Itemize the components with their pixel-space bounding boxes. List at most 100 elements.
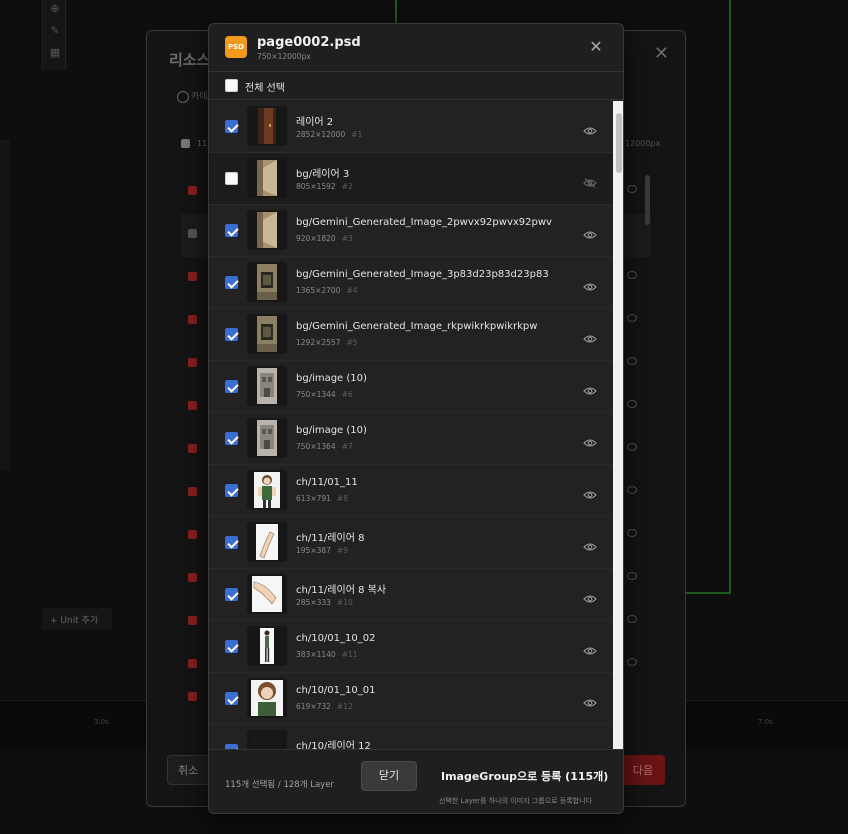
layer-index: #5	[346, 338, 358, 347]
pen-tool-icon[interactable]: ✎	[48, 24, 62, 38]
layer-checkbox[interactable]	[225, 172, 238, 185]
eye-icon[interactable]	[627, 271, 637, 279]
resource-modal-close-icon[interactable]: ✕	[654, 43, 669, 64]
eye-icon[interactable]	[627, 400, 637, 408]
select-all-row[interactable]: 전체 선택	[209, 72, 623, 100]
eye-icon[interactable]	[583, 329, 597, 343]
eye-icon[interactable]	[583, 641, 597, 655]
layer-checkbox[interactable]	[225, 120, 238, 133]
layer-checkbox[interactable]	[225, 328, 238, 341]
resource-next-button[interactable]: 다음	[621, 755, 665, 785]
resource-row-checkbox[interactable]	[188, 659, 197, 668]
layer-dimensions: 2852×12000	[296, 130, 346, 139]
layer-row[interactable]: 레이어 2 2852×12000 #1	[209, 101, 613, 153]
resource-row-checkbox[interactable]	[188, 616, 197, 625]
eye-icon[interactable]	[627, 357, 637, 365]
resource-scrollbar[interactable]	[645, 175, 650, 225]
eye-icon[interactable]	[627, 486, 637, 494]
eye-icon[interactable]	[627, 529, 637, 537]
layer-dimensions: 195×387	[296, 546, 331, 555]
eye-icon[interactable]	[627, 615, 637, 623]
resource-tab-category[interactable]: 카테	[177, 89, 208, 103]
eye-icon[interactable]	[583, 537, 597, 551]
layer-index: #7	[341, 442, 353, 451]
resource-row-checkbox[interactable]	[188, 229, 197, 238]
add-unit-button[interactable]: + Unit 추가	[42, 608, 112, 630]
eye-icon[interactable]	[627, 185, 637, 193]
eye-icon[interactable]	[583, 433, 597, 447]
layer-checkbox[interactable]	[225, 640, 238, 653]
layer-row[interactable]: bg/Gemini_Generated_Image_3p83d23p83d23p…	[209, 257, 613, 309]
layer-row[interactable]: ch/10/01_10_02 383×1140 #11	[209, 621, 613, 673]
move-tool-icon[interactable]: ⊕	[48, 2, 62, 16]
layer-list-scrollbar[interactable]	[613, 101, 623, 749]
timeline-tick-right: 7.0s	[758, 718, 773, 726]
eye-icon[interactable]	[583, 121, 597, 135]
layer-row[interactable]: ch/10/01_10_01 619×732 #12	[209, 673, 613, 725]
resource-row-checkbox[interactable]	[188, 692, 197, 701]
layer-name: 레이어 2	[296, 117, 334, 128]
resource-row-checkbox[interactable]	[188, 401, 197, 410]
resource-select-all-checkbox[interactable]	[181, 139, 190, 148]
close-icon[interactable]: ✕	[587, 38, 605, 56]
layer-checkbox[interactable]	[225, 432, 238, 445]
eye-icon[interactable]	[583, 693, 597, 707]
layer-checkbox[interactable]	[225, 380, 238, 393]
eye-icon[interactable]	[627, 314, 637, 322]
eye-icon[interactable]	[627, 572, 637, 580]
layer-row[interactable]: bg/image (10) 750×1344 #6	[209, 361, 613, 413]
layer-row[interactable]: ch/11/01_11 613×791 #8	[209, 465, 613, 517]
resource-row-checkbox[interactable]	[188, 444, 197, 453]
layer-dimensions: 383×1140	[296, 650, 336, 659]
eye-icon[interactable]	[583, 381, 597, 395]
select-all-checkbox[interactable]	[225, 79, 238, 92]
resource-row-checkbox[interactable]	[188, 487, 197, 496]
timeline-tick-left: 3.0s	[94, 718, 109, 726]
layer-row[interactable]: ch/11/레이어 8 195×387 #9	[209, 517, 613, 569]
layer-row[interactable]: bg/image (10) 750×1364 #7	[209, 413, 613, 465]
eye-off-icon[interactable]	[583, 173, 597, 188]
layer-checkbox[interactable]	[225, 224, 238, 237]
layer-dimensions: 613×791	[296, 494, 331, 503]
eye-icon[interactable]	[583, 589, 597, 603]
layer-meta: 619×732 #12	[296, 702, 353, 711]
layer-row[interactable]: ch/11/레이어 8 복사 285×333 #10	[209, 569, 613, 621]
layer-thumbnail	[247, 730, 287, 749]
eye-icon[interactable]	[583, 277, 597, 291]
eye-icon[interactable]	[627, 658, 637, 666]
layer-thumbnail	[247, 678, 287, 718]
layer-checkbox[interactable]	[225, 588, 238, 601]
eye-icon[interactable]	[583, 225, 597, 239]
register-imagegroup-button[interactable]: ImageGroup으로 등록 (115개)	[441, 768, 608, 784]
layer-name: ch/10/레이어 12	[296, 741, 371, 749]
scrollbar-thumb[interactable]	[616, 113, 622, 173]
layer-meta: 195×387 #9	[296, 546, 348, 555]
resource-row-checkbox[interactable]	[188, 315, 197, 324]
resource-row-checkbox[interactable]	[188, 573, 197, 582]
layer-list: ch/10/레이어 12 ch/10/01_10_01 619×732 #12 ch/1…	[209, 101, 623, 749]
layer-checkbox[interactable]	[225, 536, 238, 549]
resource-row-checkbox[interactable]	[188, 186, 197, 195]
resource-row-checkbox[interactable]	[188, 358, 197, 367]
layer-row[interactable]: bg/Gemini_Generated_Image_rkpwikrkpwikrk…	[209, 309, 613, 361]
layer-meta: 920×1820 #3	[296, 234, 353, 243]
grid-tool-icon[interactable]: ▦	[48, 46, 62, 60]
eye-icon[interactable]	[627, 443, 637, 451]
layer-name: ch/11/01_11	[296, 477, 358, 488]
layer-thumbnail	[247, 262, 287, 302]
eye-icon[interactable]	[583, 485, 597, 499]
resource-row-checkbox[interactable]	[188, 272, 197, 281]
resource-row-checkbox[interactable]	[188, 530, 197, 539]
layer-row[interactable]: bg/Gemini_Generated_Image_2pwvx92pwvx92p…	[209, 205, 613, 257]
layer-row[interactable]: ch/10/레이어 12	[209, 725, 613, 749]
layer-checkbox[interactable]	[225, 484, 238, 497]
layer-checkbox[interactable]	[225, 276, 238, 289]
layer-checkbox[interactable]	[225, 692, 238, 705]
layer-thumbnail	[247, 522, 287, 562]
close-button[interactable]: 닫기	[361, 761, 417, 791]
layer-index: #3	[341, 234, 353, 243]
resource-cancel-button[interactable]: 취소	[167, 755, 211, 785]
layer-row[interactable]: bg/레이어 3 805×1592 #2	[209, 153, 613, 205]
layer-dimensions: 750×1344	[296, 390, 336, 399]
layer-meta: 1365×2700 #4	[296, 286, 358, 295]
